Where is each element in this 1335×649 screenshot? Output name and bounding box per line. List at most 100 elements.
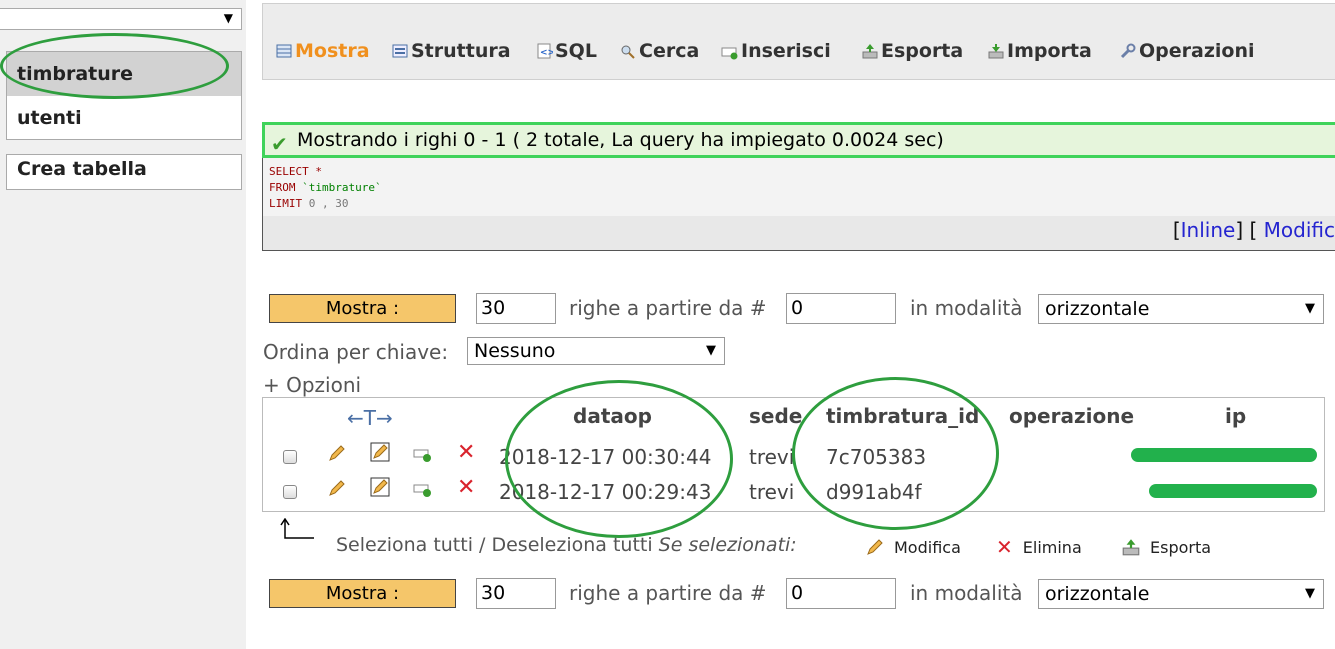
chevron-down-icon: ▼ (1305, 301, 1315, 316)
tab-search[interactable]: Cerca (619, 37, 699, 65)
table-item-label: timbrature (17, 63, 134, 85)
bulk-export-button[interactable]: Esporta (1120, 537, 1211, 557)
sort-select[interactable]: Nessuno ▼ (467, 337, 725, 365)
show-button-top[interactable]: Mostra : (269, 294, 456, 323)
mode-label: in modalità (910, 296, 1023, 320)
tab-export[interactable]: Esporta (861, 37, 963, 65)
if-selected-label: Se selezionati: (658, 534, 797, 556)
cell-timbratura-id: d991ab4f (826, 480, 922, 504)
inline-edit-icon[interactable] (370, 442, 390, 462)
bulk-delete-label: Elimina (1022, 537, 1082, 557)
pencil-icon[interactable] (327, 443, 347, 463)
start-row-input-top[interactable]: 0 (786, 293, 896, 324)
modify-query-link[interactable]: Modific (1264, 218, 1335, 242)
pencil-icon (867, 539, 883, 555)
sql-text: * (315, 165, 322, 178)
cell-dataop: 2018-12-17 00:30:44 (499, 445, 712, 469)
svg-text:<>: <> (540, 48, 553, 58)
sort-label: Ordina per chiave: (263, 340, 449, 364)
import-icon (988, 44, 1004, 59)
browse-icon (276, 44, 292, 58)
sql-links: [Inline] [ Modific (1172, 218, 1335, 242)
success-message-text: Mostrando i righi 0 - 1 ( 2 totale, La q… (297, 129, 944, 151)
delete-icon[interactable]: ✕ (457, 477, 477, 499)
tab-label: Esporta (881, 40, 964, 62)
sql-text: `timbrature` (302, 181, 382, 194)
rows-count-input-bottom[interactable]: 30 (476, 578, 556, 609)
sql-text: 0 , 30 (308, 197, 349, 210)
redaction-mark (1149, 484, 1317, 498)
sql-keyword: LIMIT (269, 197, 303, 210)
bulk-delete-button[interactable]: ✕ Elimina (996, 537, 1082, 557)
show-button-label: Mostra : (325, 583, 400, 604)
bulk-edit-button[interactable]: Modifica (864, 537, 961, 557)
chevron-down-icon: ▼ (1305, 586, 1315, 601)
rows-count-value: 30 (481, 297, 506, 319)
inline-edit-icon[interactable] (370, 477, 390, 497)
tab-structure[interactable]: Struttura (391, 37, 511, 65)
sql-query-box: SELECT * FROM `timbrature` LIMIT 0 , 30 … (262, 158, 1335, 251)
row-checkbox[interactable] (283, 485, 297, 499)
row-checkbox[interactable] (283, 450, 297, 464)
tab-operations[interactable]: Operazioni (1119, 37, 1255, 65)
rows-count-value: 30 (481, 582, 506, 604)
sql-keyword: SELECT (269, 165, 309, 178)
column-header-dataop[interactable]: dataop (573, 404, 652, 428)
column-header-ip[interactable]: ip (1225, 404, 1246, 428)
start-row-input-bottom[interactable]: 0 (786, 578, 896, 609)
mode-select-top[interactable]: orizzontale ▼ (1038, 294, 1324, 324)
wrench-icon (1120, 43, 1136, 59)
bulk-edit-label: Modifica (894, 537, 961, 557)
delete-icon[interactable]: ✕ (457, 442, 477, 464)
start-row-value: 0 (791, 297, 804, 319)
mode-label: in modalità (910, 581, 1023, 605)
tab-insert[interactable]: Inserisci (721, 37, 831, 65)
mode-select-value: orizzontale (1045, 583, 1150, 605)
pencil-icon[interactable] (327, 478, 347, 498)
tab-label: Mostra (295, 40, 370, 62)
tab-browse[interactable]: Mostra (275, 37, 370, 65)
cell-dataop: 2018-12-17 00:29:43 (499, 480, 712, 504)
rows-label: righe a partire da # (569, 581, 767, 605)
export-icon (862, 44, 878, 59)
database-select[interactable]: ▼ (0, 8, 242, 30)
rows-count-input-top[interactable]: 30 (476, 293, 556, 324)
tab-sql[interactable]: <> SQL (535, 37, 597, 65)
tab-import[interactable]: Importa (987, 37, 1092, 65)
table-item-utenti[interactable]: utenti (7, 96, 241, 140)
sql-keyword: FROM (269, 181, 296, 194)
column-header-timbratura-id[interactable]: timbratura_id (826, 404, 979, 428)
column-header-sede[interactable]: sede (749, 404, 802, 428)
success-message: ✔ Mostrando i righi 0 - 1 ( 2 totale, La… (262, 122, 1335, 158)
column-header-operazione[interactable]: operazione (1009, 404, 1134, 428)
checkmark-icon: ✔ (271, 132, 288, 156)
column-resize-handle[interactable]: ←T→ (347, 406, 393, 430)
mode-select-value: orizzontale (1045, 298, 1150, 320)
table-item-label: utenti (17, 107, 82, 129)
copy-row-icon[interactable] (413, 479, 433, 499)
export-icon (1122, 539, 1140, 556)
select-all-link[interactable]: Seleziona tutti / Deseleziona tutti (336, 534, 653, 556)
structure-icon (392, 44, 408, 58)
create-table-link[interactable]: Crea tabella (6, 154, 242, 190)
create-table-label: Crea tabella (17, 158, 147, 180)
sql-code: SELECT * FROM `timbrature` LIMIT 0 , 30 (269, 164, 382, 212)
arrow-corner-icon (280, 518, 314, 539)
tab-label: SQL (555, 40, 597, 62)
cell-sede: trevi (749, 480, 795, 504)
cell-timbratura-id: 7c705383 (826, 445, 927, 469)
options-toggle[interactable]: + Opzioni (263, 373, 361, 397)
table-item-timbrature[interactable]: timbrature (7, 52, 241, 96)
delete-icon: ✕ (996, 535, 1013, 559)
chevron-down-icon: ▼ (706, 343, 716, 358)
mode-select-bottom[interactable]: orizzontale ▼ (1038, 579, 1324, 609)
tab-label: Operazioni (1139, 40, 1255, 62)
inline-edit-link[interactable]: Inline (1181, 218, 1236, 242)
tab-label: Cerca (639, 40, 700, 62)
bulk-select-bar: Seleziona tutti / Deseleziona tutti Se s… (336, 534, 797, 556)
navigation-sidebar: ▼ timbrature utenti Crea tabella (0, 0, 246, 649)
tab-label: Importa (1007, 40, 1092, 62)
show-button-bottom[interactable]: Mostra : (269, 579, 456, 608)
tab-label: Struttura (411, 40, 511, 62)
copy-row-icon[interactable] (413, 444, 433, 464)
